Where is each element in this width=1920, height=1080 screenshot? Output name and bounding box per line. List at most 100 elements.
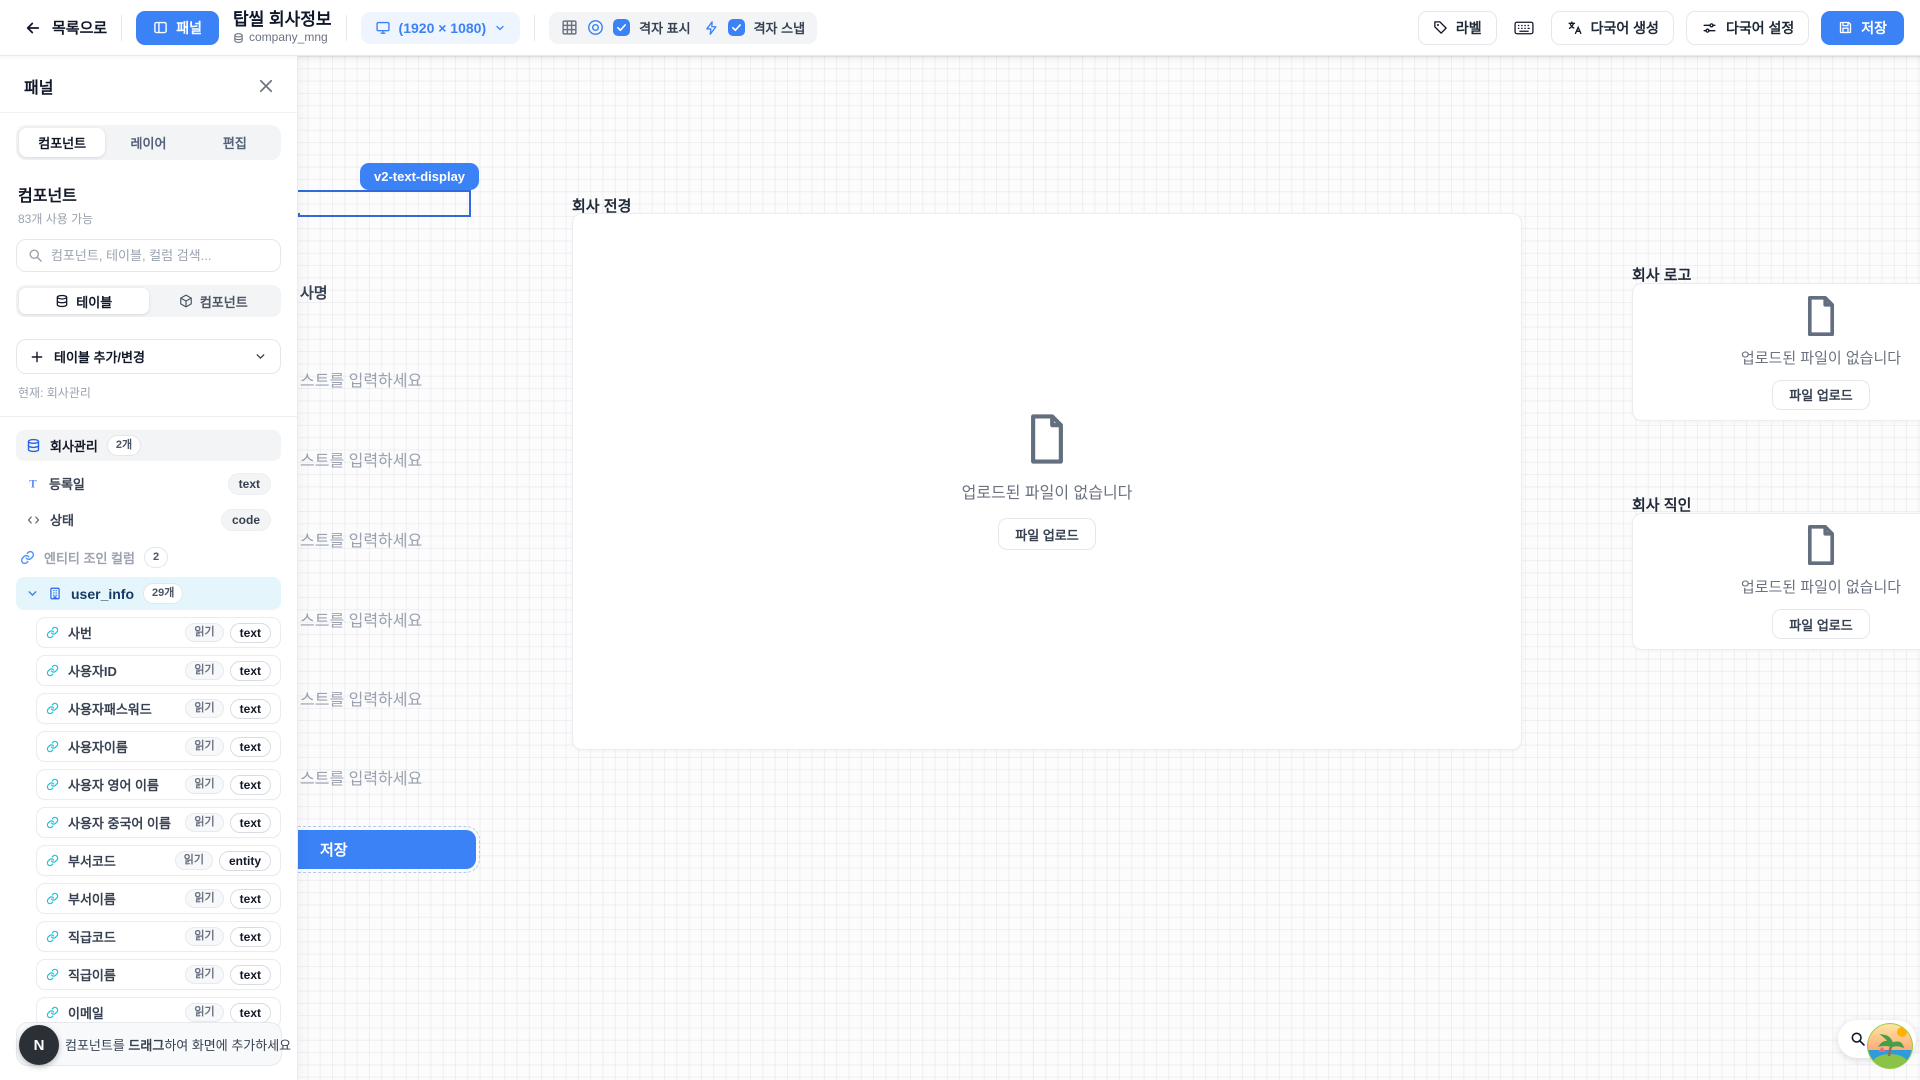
component-panel: 패널 컴포넌트 레이어 편집 컴포넌트 83개 사용 가능 테이블 [0, 56, 298, 1080]
mode-table[interactable]: 테이블 [19, 288, 149, 314]
type-badge: text [230, 965, 271, 985]
front-view-empty-text: 업로드된 파일이 없습니다 [962, 479, 1133, 503]
divider [121, 15, 122, 41]
table-node[interactable]: 회사관리 2개 [16, 430, 281, 461]
tab-layers[interactable]: 레이어 [105, 128, 191, 157]
entity-column-row[interactable]: 사용자 중국어 이름 읽기text [36, 807, 281, 838]
search-input[interactable] [51, 248, 269, 263]
readonly-badge: 읽기 [185, 927, 223, 946]
entity-column-row[interactable]: 부서이름 읽기 text [36, 883, 281, 914]
text-field-placeholder[interactable]: 스트를 입력하세요 [300, 447, 422, 471]
current-table-label: 현재: 회사관리 [18, 384, 279, 401]
divider [534, 15, 535, 41]
page-title: 탑씰 회사정보 [233, 10, 332, 30]
link-icon [46, 892, 59, 905]
field-label-company-name[interactable]: 사명 [300, 282, 328, 303]
text-field-placeholder[interactable]: 스트를 입력하세요 [300, 765, 422, 789]
translate-icon [1566, 20, 1583, 36]
entity-column-name: 직급이름 [68, 965, 116, 984]
column-row[interactable]: T 등록일 text [16, 470, 281, 497]
text-field-placeholder[interactable]: 스트를 입력하세요 [300, 686, 422, 710]
grid-icon [561, 19, 578, 36]
entity-node-user-info[interactable]: user_info 29개 [16, 577, 281, 610]
drag-hint-text: 컴포넌트를 드래그하여 화면에 추가하세요 [65, 1035, 291, 1054]
panel-tabbar: 컴포넌트 레이어 편집 [16, 125, 281, 160]
entity-column-name: 이메일 [68, 1003, 104, 1022]
readonly-badge: 읽기 [185, 889, 223, 908]
canvas-save-label: 저장 [320, 839, 348, 860]
file-icon [1804, 295, 1838, 337]
file-icon [1804, 524, 1838, 566]
stamp-upload-button[interactable]: 파일 업로드 [1772, 609, 1869, 639]
sidebar-icon [153, 20, 168, 35]
entity-column-row[interactable]: 사용자이름 읽기text [36, 731, 281, 762]
grid-snap-checkbox[interactable] [728, 19, 745, 36]
code-type-icon [26, 513, 41, 527]
svg-text:T: T [29, 478, 37, 490]
panel-toggle-button[interactable]: 패널 [136, 11, 219, 45]
label-button-label: 라벨 [1456, 18, 1482, 38]
readonly-badge: 읽기 [185, 623, 223, 642]
entity-column-name: 사용자ID [68, 661, 117, 680]
type-badge: text [230, 661, 271, 681]
selected-text-component[interactable] [283, 190, 471, 217]
panel-title: 패널 [24, 74, 53, 98]
text-field-placeholder[interactable]: 스트를 입력하세요 [300, 367, 422, 391]
page-title-block: 탑씰 회사정보 company_mng [233, 10, 332, 45]
front-view-upload-area[interactable]: 업로드된 파일이 없습니다 파일 업로드 [572, 213, 1522, 750]
chevron-down-icon[interactable] [26, 587, 39, 600]
front-view-upload-button[interactable]: 파일 업로드 [998, 518, 1095, 550]
tab-components[interactable]: 컴포넌트 [19, 128, 105, 157]
readonly-badge: 읽기 [185, 737, 223, 756]
entity-column-row[interactable]: 사용자패스워드 읽기text [36, 693, 281, 724]
stamp-upload-area[interactable]: 업로드된 파일이 없습니다 파일 업로드 [1632, 513, 1920, 650]
grid-show-checkbox[interactable] [613, 19, 630, 36]
text-field-placeholder[interactable]: 스트를 입력하세요 [300, 607, 422, 631]
entity-column-row[interactable]: 사번 읽기text [36, 617, 281, 648]
eye-icon[interactable] [587, 19, 604, 36]
mode-component-label: 컴포넌트 [200, 292, 248, 311]
i18n-generate-button[interactable]: 다국어 생성 [1551, 11, 1674, 45]
entity-column-row[interactable]: 부서코드 읽기entity [36, 845, 281, 876]
entity-column-name: 사용자이름 [68, 737, 128, 756]
top-toolbar: 목록으로 패널 탑씰 회사정보 company_mng (1920 × 1080… [0, 0, 1920, 56]
keyboard-shortcuts-button[interactable] [1509, 13, 1539, 43]
link-icon [46, 702, 59, 715]
mode-component[interactable]: 컴포넌트 [149, 288, 279, 314]
add-table-dropdown[interactable]: 테이블 추가/변경 [16, 339, 281, 374]
file-icon [1026, 413, 1068, 465]
readonly-badge: 읽기 [185, 661, 223, 680]
canvas-save-button[interactable]: 저장 [283, 830, 476, 869]
column-row[interactable]: 상태 code [16, 506, 281, 533]
label-button[interactable]: 라벨 [1418, 11, 1497, 45]
table-icon [233, 32, 244, 44]
entity-column-name: 사번 [68, 623, 92, 642]
resolution-selector[interactable]: (1920 × 1080) [361, 12, 521, 44]
back-to-list-button[interactable]: 목록으로 [24, 17, 107, 38]
logo-upload-area[interactable]: 업로드된 파일이 없습니다 파일 업로드 [1632, 283, 1920, 421]
entity-column-row[interactable]: 직급이름 읽기 text [36, 959, 281, 990]
entity-column-row[interactable]: 사용자ID 읽기 text [36, 655, 281, 686]
tab-edit[interactable]: 편집 [192, 128, 278, 157]
readonly-badge: 읽기 [175, 851, 213, 870]
link-icon [20, 550, 35, 565]
entity-column-row[interactable]: 사용자 영어 이름 읽기text [36, 769, 281, 800]
text-field-placeholder[interactable]: 스트를 입력하세요 [300, 527, 422, 551]
grid-show-label: 격자 표시 [639, 18, 690, 37]
stamp-empty-text: 업로드된 파일이 없습니다 [1741, 576, 1901, 597]
divider [0, 416, 297, 417]
type-badge: text [230, 889, 271, 909]
database-icon [26, 438, 41, 453]
table-node-name: 회사관리 [50, 436, 98, 455]
grid-controls: 격자 표시 격자 스냅 [549, 12, 817, 44]
i18n-settings-button[interactable]: 다국어 설정 [1686, 11, 1809, 45]
readonly-badge: 읽기 [185, 965, 223, 984]
mode-table-label: 테이블 [76, 292, 112, 311]
column-type-badge: text [228, 473, 271, 495]
save-button[interactable]: 저장 [1821, 11, 1904, 45]
entity-column-name: 부서이름 [68, 889, 116, 908]
component-search[interactable] [16, 239, 281, 272]
entity-column-row[interactable]: 직급코드 읽기text [36, 921, 281, 952]
logo-upload-button[interactable]: 파일 업로드 [1772, 380, 1869, 410]
close-icon[interactable] [257, 77, 275, 95]
